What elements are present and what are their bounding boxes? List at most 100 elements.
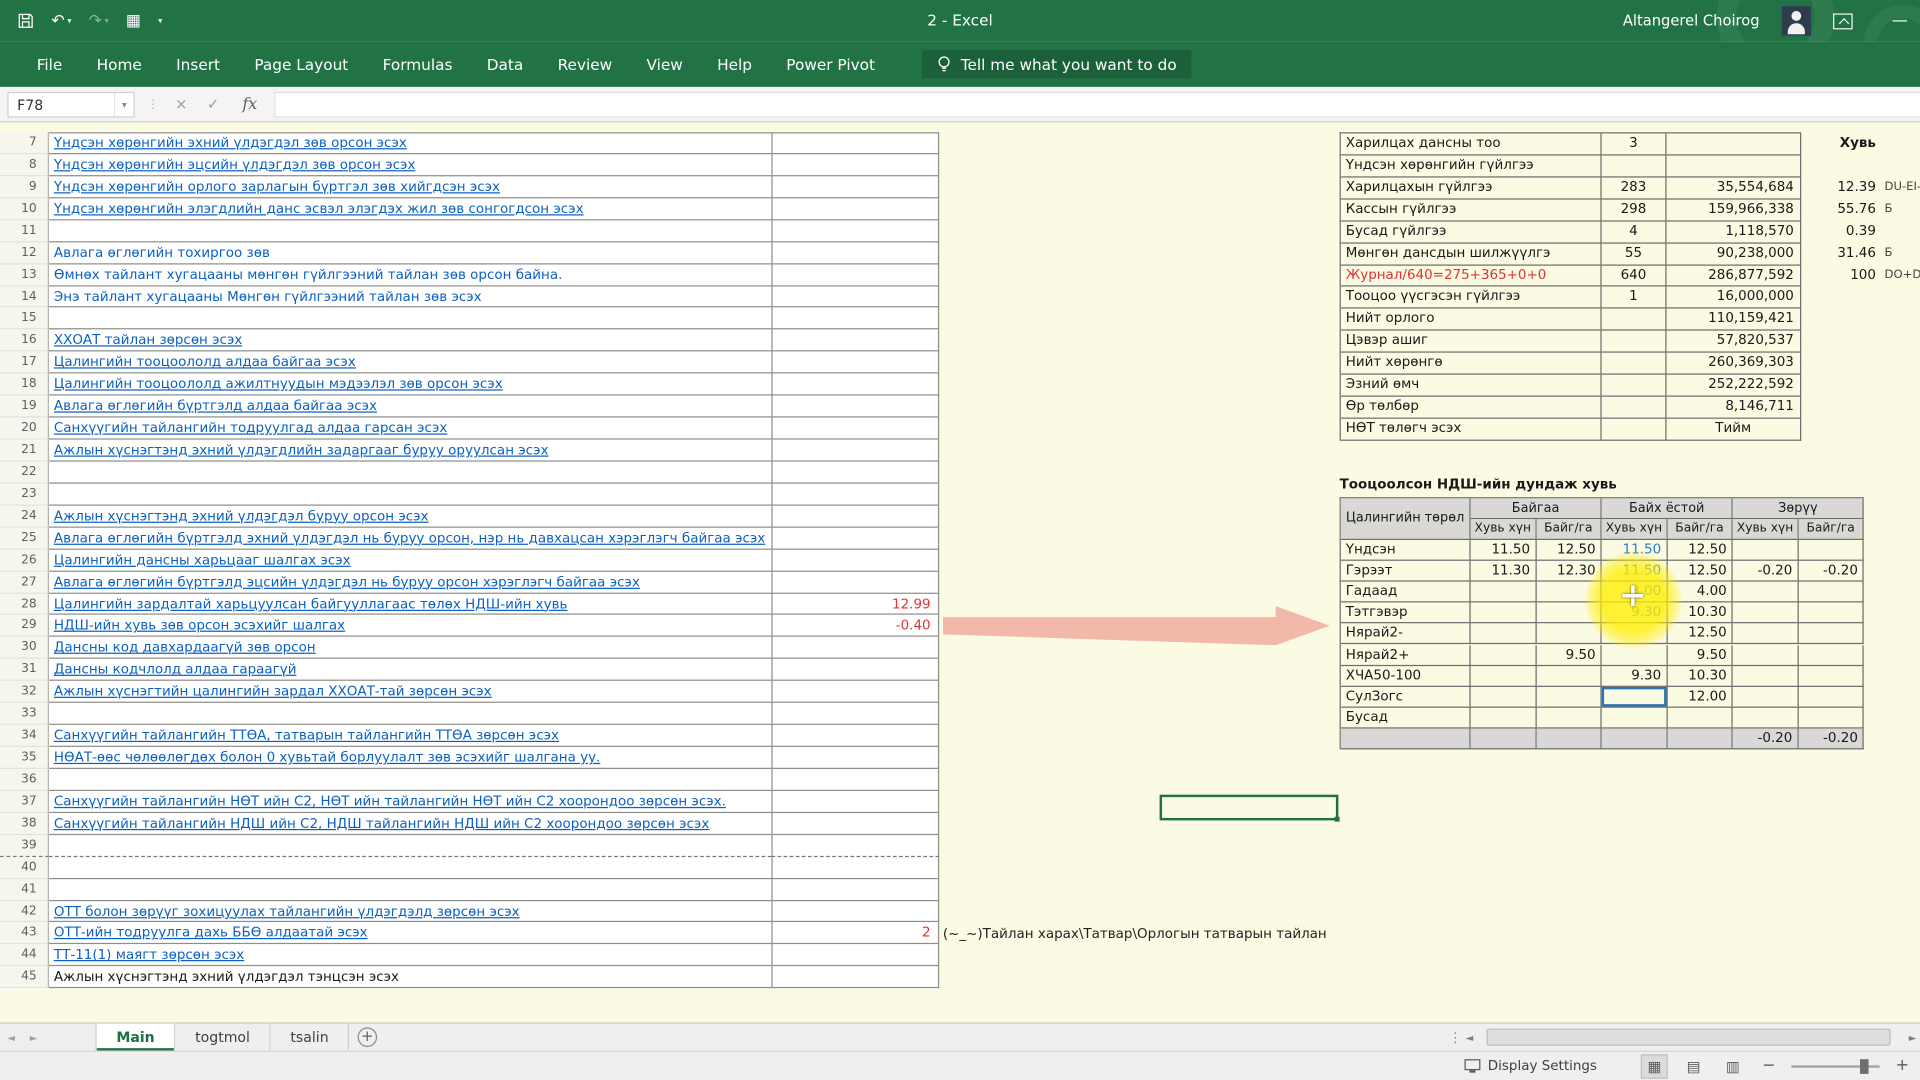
ribbon-tab-page-layout[interactable]: Page Layout — [237, 42, 365, 87]
summary-amount-13[interactable]: Тийм — [1667, 419, 1802, 441]
checklist-cell-32[interactable]: Ажлын хүснэгтийн цалингийн зардал ХХОАТ-… — [49, 681, 771, 703]
row-header-32[interactable]: 32 — [0, 681, 49, 703]
insert-function-button[interactable]: fx — [235, 92, 264, 118]
value-cell-37[interactable] — [771, 791, 939, 813]
hscroll-left-icon[interactable]: ◄ — [1466, 1024, 1474, 1052]
summary-label-9[interactable]: Цэвэр ашиг — [1341, 331, 1602, 353]
summary-label-5[interactable]: Мөнгөн дансдын шилжүүлгэ — [1341, 243, 1602, 265]
percent-value-4[interactable]: 100 — [1812, 264, 1876, 286]
checklist-cell-26[interactable]: Цалингийн дансны харьцааг шалгах эсэх — [49, 549, 771, 571]
summary-count-12[interactable] — [1602, 397, 1667, 419]
value-cell-17[interactable] — [771, 352, 939, 374]
row-header-23[interactable]: 23 — [0, 484, 49, 506]
ribbon-tab-help[interactable]: Help — [700, 42, 769, 87]
ribbon-tab-data[interactable]: Data — [470, 42, 541, 87]
row-header-11[interactable]: 11 — [0, 220, 49, 242]
ndsh-cell-6-5[interactable] — [1798, 666, 1864, 687]
summary-count-7[interactable]: 1 — [1602, 287, 1667, 309]
row-header-29[interactable]: 29 — [0, 615, 49, 637]
page-break-view-button[interactable]: ▥ — [1719, 1054, 1746, 1078]
ndsh-label-8[interactable]: Бусад — [1341, 708, 1471, 729]
ndsh-subheader-2[interactable]: Хувь хүн — [1602, 519, 1668, 540]
summary-count-8[interactable] — [1602, 309, 1667, 331]
ndsh-cell-7-1[interactable] — [1536, 687, 1602, 708]
row-header-8[interactable]: 8 — [0, 154, 49, 176]
ndsh-label-3[interactable]: Тэтгэвэр — [1341, 603, 1471, 624]
checklist-cell-11[interactable] — [49, 220, 771, 242]
row-header-19[interactable]: 19 — [0, 396, 49, 418]
summary-amount-5[interactable]: 90,238,000 — [1667, 243, 1802, 265]
checklist-cell-37[interactable]: Санхүүгийн тайлангийн НӨТ ийн С2, НӨТ ий… — [49, 791, 771, 813]
new-sheet-button[interactable]: + — [358, 1027, 378, 1047]
ndsh-cell-3-5[interactable] — [1798, 603, 1864, 624]
row-header-44[interactable]: 44 — [0, 945, 49, 967]
checklist-cell-42[interactable]: ОТТ болон зөрүүг зохицуулах тайлангийн ү… — [49, 901, 771, 923]
ndsh-cell-1-0[interactable]: 11.30 — [1471, 561, 1537, 582]
value-cell-39[interactable] — [771, 835, 939, 857]
checklist-cell-14[interactable]: Энэ тайлант хугацааны Мөнгөн гүйлгээний … — [49, 286, 771, 308]
value-cell-16[interactable] — [771, 330, 939, 352]
checklist-cell-44[interactable]: ТТ-11(1) маягт зөрсөн эсэх — [49, 945, 771, 967]
summary-amount-11[interactable]: 252,222,592 — [1667, 375, 1802, 397]
value-cell-22[interactable] — [771, 462, 939, 484]
summary-label-12[interactable]: Өр төлбөр — [1341, 397, 1602, 419]
value-cell-20[interactable] — [771, 418, 939, 440]
checklist-cell-30[interactable]: Дансны код давхардаагүй зөв орсон — [49, 637, 771, 659]
cancel-button[interactable]: × — [167, 92, 196, 118]
avatar[interactable] — [1782, 6, 1811, 35]
ndsh-cell-8-5[interactable] — [1798, 708, 1864, 729]
display-settings-button[interactable]: Display Settings — [1465, 1058, 1597, 1074]
zoom-slider[interactable] — [1792, 1065, 1880, 1067]
row-header-26[interactable]: 26 — [0, 549, 49, 571]
summary-count-3[interactable]: 298 — [1602, 199, 1667, 221]
ndsh-label-7[interactable]: СулЗогс — [1341, 687, 1471, 708]
row-header-40[interactable]: 40 — [0, 857, 49, 879]
ndsh-subheader-4[interactable]: Хувь хүн — [1733, 519, 1799, 540]
ndsh-subheader-0[interactable]: Хувь хүн — [1471, 519, 1537, 540]
value-cell-9[interactable] — [771, 176, 939, 198]
row-header-21[interactable]: 21 — [0, 440, 49, 462]
checklist-cell-13[interactable]: Өмнөх тайлант хугацааны мөнгөн гүйлгээни… — [49, 264, 771, 286]
value-cell-14[interactable] — [771, 286, 939, 308]
summary-label-3[interactable]: Кассын гүйлгээ — [1341, 199, 1602, 221]
ndsh-cell-0-5[interactable] — [1798, 540, 1864, 561]
value-cell-25[interactable] — [771, 527, 939, 549]
summary-label-13[interactable]: НӨТ төлөгч эсэх — [1341, 419, 1602, 441]
row-header-22[interactable]: 22 — [0, 462, 49, 484]
value-cell-27[interactable] — [771, 571, 939, 593]
ribbon-tab-review[interactable]: Review — [540, 42, 629, 87]
checklist-cell-27[interactable]: Авлага өглөгийн бүртгэлд эцсийн үлдэгдэл… — [49, 571, 771, 593]
ndsh-label-6[interactable]: ХЧА50-100 — [1341, 666, 1471, 687]
checklist-cell-25[interactable]: Авлага өглөгийн бүртгэлд эхний үлдэгдэл … — [49, 527, 771, 549]
row-header-18[interactable]: 18 — [0, 374, 49, 396]
value-cell-8[interactable] — [771, 154, 939, 176]
summary-amount-8[interactable]: 110,159,421 — [1667, 309, 1802, 331]
checklist-cell-12[interactable]: Авлага өглөгийн тохиргоо зөв — [49, 242, 771, 264]
checklist-cell-31[interactable]: Дансны кодчлолд алдаа гараагүй — [49, 659, 771, 681]
checklist-cell-34[interactable]: Санхүүгийн тайлангийн ТТӨА, татварын тай… — [49, 725, 771, 747]
row-header-42[interactable]: 42 — [0, 901, 49, 923]
ndsh-cell-1-4[interactable]: -0.20 — [1733, 561, 1799, 582]
ndsh-cell-5-4[interactable] — [1733, 645, 1799, 666]
percent-header[interactable]: Хувь — [1812, 132, 1876, 154]
summary-amount-9[interactable]: 57,820,537 — [1667, 331, 1802, 353]
checklist-cell-15[interactable] — [49, 308, 771, 330]
ndsh-cell-8-4[interactable] — [1733, 708, 1799, 729]
checklist-cell-20[interactable]: Санхүүгийн тайлангийн тодруулгад алдаа г… — [49, 418, 771, 440]
ndsh-label-4[interactable]: Нярай2- — [1341, 624, 1471, 645]
summary-amount-12[interactable]: 8,146,711 — [1667, 397, 1802, 419]
value-cell-35[interactable] — [771, 747, 939, 769]
ndsh-cell-6-2[interactable]: 9.30 — [1602, 666, 1668, 687]
ndsh-cell-7-0[interactable] — [1471, 687, 1537, 708]
ndsh-cell-7-5[interactable] — [1798, 687, 1864, 708]
value-cell-34[interactable] — [771, 725, 939, 747]
row-header-9[interactable]: 9 — [0, 176, 49, 198]
sheet-nav-left-icon[interactable]: ◄ — [7, 1032, 15, 1043]
ndsh-summary-1[interactable] — [1536, 728, 1602, 749]
ribbon-tab-formulas[interactable]: Formulas — [365, 42, 469, 87]
ndsh-group-2[interactable]: Зөрүү — [1733, 498, 1864, 519]
summary-count-10[interactable] — [1602, 353, 1667, 375]
value-cell-44[interactable] — [771, 945, 939, 967]
ndsh-label-0[interactable]: Үндсэн — [1341, 540, 1471, 561]
checklist-cell-19[interactable]: Авлага өглөгийн бүртгэлд алдаа байгаа эс… — [49, 396, 771, 418]
